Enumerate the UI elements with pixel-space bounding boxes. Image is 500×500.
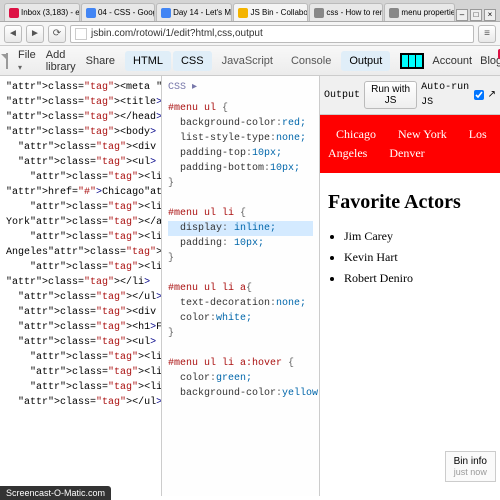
jsbin-icon <box>238 8 248 18</box>
minimize-button[interactable]: – <box>456 9 468 21</box>
panel-tabs: HTML CSS JavaScript Console Output <box>125 51 390 71</box>
reload-button[interactable]: ⟳ <box>48 25 66 43</box>
close-button[interactable]: × <box>484 9 496 21</box>
site-icon <box>75 28 87 40</box>
tab-css[interactable]: CSS <box>173 51 212 71</box>
autorun-label: Auto-run JS <box>421 80 469 110</box>
html-pane[interactable]: "attr">class="tag"><meta "attr">charset=… <box>0 76 162 496</box>
doc-icon <box>161 8 171 18</box>
account-link[interactable]: Account <box>432 55 472 67</box>
list-item: Robert Deniro <box>344 269 492 287</box>
jsbin-toolbar: File Add library Share HTML CSS JavaScri… <box>0 46 500 76</box>
output-pane: Output Run with JS Auto-run JS ↗ Chicago… <box>320 76 500 496</box>
tab-label: JS Bin - Collaborative Ja <box>250 8 308 17</box>
tab-console[interactable]: Console <box>283 51 339 71</box>
main-panes: "attr">class="tag"><meta "attr">charset=… <box>0 76 500 496</box>
run-with-js-button[interactable]: Run with JS <box>364 81 417 109</box>
mail-icon <box>9 8 19 18</box>
url-bar-row: ◄ ► ⟳ jsbin.com/rotowi/1/edit?html,css,o… <box>0 22 500 46</box>
browser-tab[interactable]: Inbox (3,183) - eric.berny× <box>4 3 80 21</box>
bin-info-panel[interactable]: Bin info just now <box>445 451 496 482</box>
so-icon <box>314 8 324 18</box>
menu-button[interactable]: ≡ <box>478 25 496 43</box>
tab-label: menu properties in css <box>401 8 455 17</box>
right-tools: Account Blog ? <box>400 53 500 69</box>
tab-output[interactable]: Output <box>341 51 390 71</box>
screencast-watermark: Screencast-O-Matic.com <box>0 486 111 500</box>
file-icon <box>6 53 8 69</box>
maximize-button[interactable]: □ <box>470 9 482 21</box>
list-item: Jim Carey <box>344 227 492 245</box>
output-label: Output <box>324 88 360 103</box>
menu-link[interactable]: Denver <box>381 138 432 168</box>
browser-tab[interactable]: css - How to remove the× <box>309 3 383 21</box>
favorite-actors-heading: Favorite Actors <box>328 187 492 217</box>
browser-tabstrip: Inbox (3,183) - eric.berny× 04 - CSS - G… <box>0 0 500 22</box>
tab-label: css - How to remove the <box>326 8 383 17</box>
browser-tab-active[interactable]: JS Bin - Collaborative Ja× <box>233 3 308 21</box>
output-header: Output Run with JS Auto-run JS ↗ <box>320 76 500 115</box>
bin-info-title: Bin info <box>454 456 487 467</box>
tab-label: 04 - CSS - Google Drive <box>98 8 155 17</box>
blog-link[interactable]: Blog <box>480 55 500 67</box>
window-controls: – □ × <box>456 9 496 21</box>
list-item: Kevin Hart <box>344 248 492 266</box>
popout-icon[interactable]: ↗ <box>488 88 496 103</box>
back-button[interactable]: ◄ <box>4 25 22 43</box>
add-library-button[interactable]: Add library <box>46 49 76 73</box>
tab-html[interactable]: HTML <box>125 51 171 71</box>
browser-tab[interactable]: menu properties in css× <box>384 3 455 21</box>
tab-javascript[interactable]: JavaScript <box>214 51 281 71</box>
autorun-checkbox[interactable] <box>474 90 484 100</box>
url-input[interactable]: jsbin.com/rotowi/1/edit?html,css,output <box>70 25 474 43</box>
actors-list: Jim Carey Kevin Hart Robert Deniro <box>344 227 492 287</box>
share-button[interactable]: Share <box>86 55 115 67</box>
drive-icon <box>86 8 96 18</box>
browser-tab[interactable]: 04 - CSS - Google Drive× <box>81 3 155 21</box>
menu-bar: Chicago New York Los Angeles Denver <box>320 115 500 173</box>
tab-label: Day 14 - Let's Make a Na <box>173 8 232 17</box>
rendered-output: Chicago New York Los Angeles Denver Favo… <box>320 115 500 290</box>
css-pane[interactable]: CSS ▸#menu ul { background-color:red; li… <box>162 76 320 496</box>
bin-info-time: just now <box>454 467 487 477</box>
browser-tab[interactable]: Day 14 - Let's Make a Na× <box>156 3 232 21</box>
file-menu[interactable]: File <box>18 49 36 73</box>
url-text: jsbin.com/rotowi/1/edit?html,css,output <box>91 26 263 42</box>
tab-label: Inbox (3,183) - eric.berny <box>21 8 80 17</box>
page-icon <box>389 8 399 18</box>
jsbin-logo-icon <box>400 53 424 69</box>
forward-button[interactable]: ► <box>26 25 44 43</box>
